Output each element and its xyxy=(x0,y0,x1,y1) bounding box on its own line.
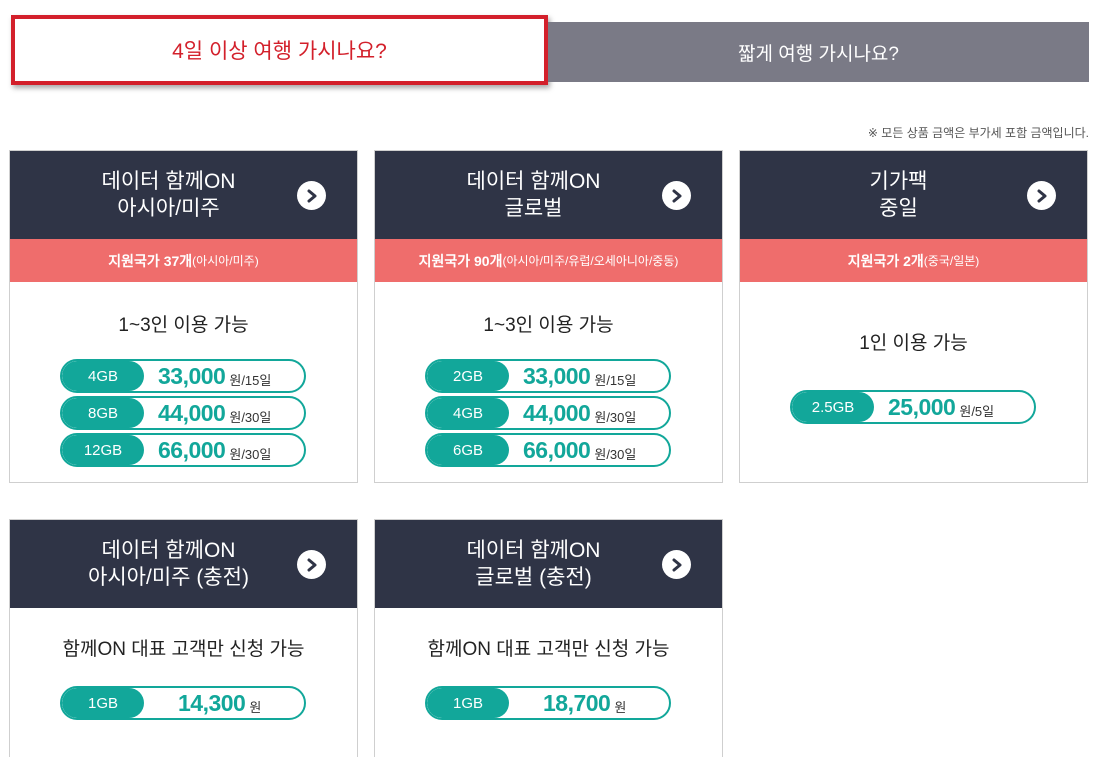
card-title: 데이터 함께ON 글로벌 (충전) xyxy=(419,537,649,591)
support-regions: (아시아/미주/유럽/오세아니아/중동) xyxy=(502,254,679,268)
support-regions: (중국/일본) xyxy=(923,254,980,268)
product-card-gigapack: 기가팩 중일 지원국가 2개 (중국/일본) 1인 이용 가능 2.5GB 25,… xyxy=(739,150,1088,483)
support-regions: (아시아/미주) xyxy=(192,254,259,268)
usage-info: 함께ON 대표 고객만 신청 가능 xyxy=(62,639,305,660)
tab-short-trip[interactable]: 짧게 여행 가시나요? xyxy=(548,22,1089,82)
vat-note: ※ 모든 상품 금액은 부가세 포함 금액입니다. xyxy=(867,126,1089,140)
plan-unit: 원/5일 xyxy=(959,403,995,419)
card-title-line2: 아시아/미주 xyxy=(117,197,220,220)
supported-countries: 지원국가 90개 (아시아/미주/유럽/오세아니아/중동) xyxy=(375,239,722,282)
chevron-right-icon[interactable] xyxy=(662,550,691,579)
card-header[interactable]: 기가팩 중일 xyxy=(740,151,1087,239)
plan-unit: 원 xyxy=(249,699,262,715)
plan-option[interactable]: 1GB 14,300 원 xyxy=(60,686,306,720)
plan-unit: 원/15일 xyxy=(594,372,637,388)
card-title: 데이터 함께ON 아시아/미주 (충전) xyxy=(54,537,284,591)
chevron-right-icon[interactable] xyxy=(297,550,326,579)
plan-data-size: 2.5GB xyxy=(792,392,874,422)
plan-unit: 원/30일 xyxy=(229,409,272,425)
card-title-line1: 데이터 함께ON xyxy=(101,539,236,562)
plan-option[interactable]: 12GB 66,000 원/30일 xyxy=(60,433,306,467)
plan-price: 25,000 xyxy=(888,393,956,420)
support-count: 지원국가 90개 xyxy=(418,252,503,269)
plan-data-size: 4GB xyxy=(62,361,144,391)
usage-info: 1~3인 이용 가능 xyxy=(483,315,614,336)
product-card-global-recharge: 데이터 함께ON 글로벌 (충전) 함께ON 대표 고객만 신청 가능 1GB … xyxy=(374,519,723,757)
plan-price: 66,000 xyxy=(158,436,226,463)
plan-data-size: 1GB xyxy=(427,688,509,718)
plan-option[interactable]: 2GB 33,000 원/15일 xyxy=(425,359,671,393)
plan-unit: 원/30일 xyxy=(229,446,272,462)
plan-option[interactable]: 6GB 66,000 원/30일 xyxy=(425,433,671,467)
plan-price: 33,000 xyxy=(523,362,591,389)
plan-price: 66,000 xyxy=(523,436,591,463)
plan-price: 14,300 xyxy=(178,689,246,716)
card-title-line1: 데이터 함께ON xyxy=(466,170,601,193)
plan-option[interactable]: 4GB 44,000 원/30일 xyxy=(425,396,671,430)
usage-info: 함께ON 대표 고객만 신청 가능 xyxy=(427,639,670,660)
card-title: 데이터 함께ON 아시아/미주 xyxy=(54,168,284,222)
plan-unit: 원/30일 xyxy=(594,446,637,462)
product-card-asia-america: 데이터 함께ON 아시아/미주 지원국가 37개 (아시아/미주) 1~3인 이용… xyxy=(9,150,358,483)
plan-option[interactable]: 1GB 18,700 원 xyxy=(425,686,671,720)
card-header[interactable]: 데이터 함께ON 글로벌 (충전) xyxy=(375,520,722,608)
support-count: 지원국가 37개 xyxy=(108,252,193,269)
plan-data-size: 1GB xyxy=(62,688,144,718)
plan-unit: 원/15일 xyxy=(229,372,272,388)
product-card-global: 데이터 함께ON 글로벌 지원국가 90개 (아시아/미주/유럽/오세아니아/중동… xyxy=(374,150,723,483)
chevron-right-icon[interactable] xyxy=(1027,181,1056,210)
card-title-line2: 글로벌 xyxy=(504,197,563,220)
tab-long-trip[interactable]: 4일 이상 여행 가시나요? xyxy=(11,15,548,85)
product-card-asia-america-recharge: 데이터 함께ON 아시아/미주 (충전) 함께ON 대표 고객만 신청 가능 1… xyxy=(9,519,358,757)
tab-short-trip-label: 짧게 여행 가시나요? xyxy=(738,43,899,65)
tab-long-trip-label: 4일 이상 여행 가시나요? xyxy=(172,40,387,63)
supported-countries: 지원국가 37개 (아시아/미주) xyxy=(10,239,357,282)
usage-info: 1인 이용 가능 xyxy=(859,333,968,354)
plan-data-size: 6GB xyxy=(427,435,509,465)
usage-info: 1~3인 이용 가능 xyxy=(118,315,249,336)
card-title-line1: 기가팩 xyxy=(869,170,928,193)
support-count: 지원국가 2개 xyxy=(847,252,924,269)
card-header[interactable]: 데이터 함께ON 아시아/미주 xyxy=(10,151,357,239)
plan-data-size: 4GB xyxy=(427,398,509,428)
card-title-line2: 아시아/미주 (충전) xyxy=(88,566,249,589)
plan-price: 44,000 xyxy=(523,399,591,426)
plan-price: 18,700 xyxy=(543,689,611,716)
card-title-line2: 글로벌 (충전) xyxy=(475,566,592,589)
plan-option[interactable]: 8GB 44,000 원/30일 xyxy=(60,396,306,430)
plan-price: 33,000 xyxy=(158,362,226,389)
plan-data-size: 2GB xyxy=(427,361,509,391)
card-title: 기가팩 중일 xyxy=(784,168,1014,222)
plan-data-size: 8GB xyxy=(62,398,144,428)
plan-price: 44,000 xyxy=(158,399,226,426)
plan-option[interactable]: 4GB 33,000 원/15일 xyxy=(60,359,306,393)
plan-data-size: 12GB xyxy=(62,435,144,465)
plan-unit: 원 xyxy=(614,699,627,715)
card-header[interactable]: 데이터 함께ON 글로벌 xyxy=(375,151,722,239)
chevron-right-icon[interactable] xyxy=(297,181,326,210)
card-title-line1: 데이터 함께ON xyxy=(466,539,601,562)
chevron-right-icon[interactable] xyxy=(662,181,691,210)
card-title-line1: 데이터 함께ON xyxy=(101,170,236,193)
card-title: 데이터 함께ON 글로벌 xyxy=(419,168,649,222)
supported-countries: 지원국가 2개 (중국/일본) xyxy=(740,239,1087,282)
plan-option[interactable]: 2.5GB 25,000 원/5일 xyxy=(790,390,1036,424)
card-header[interactable]: 데이터 함께ON 아시아/미주 (충전) xyxy=(10,520,357,608)
plan-unit: 원/30일 xyxy=(594,409,637,425)
card-title-line2: 중일 xyxy=(879,197,918,220)
